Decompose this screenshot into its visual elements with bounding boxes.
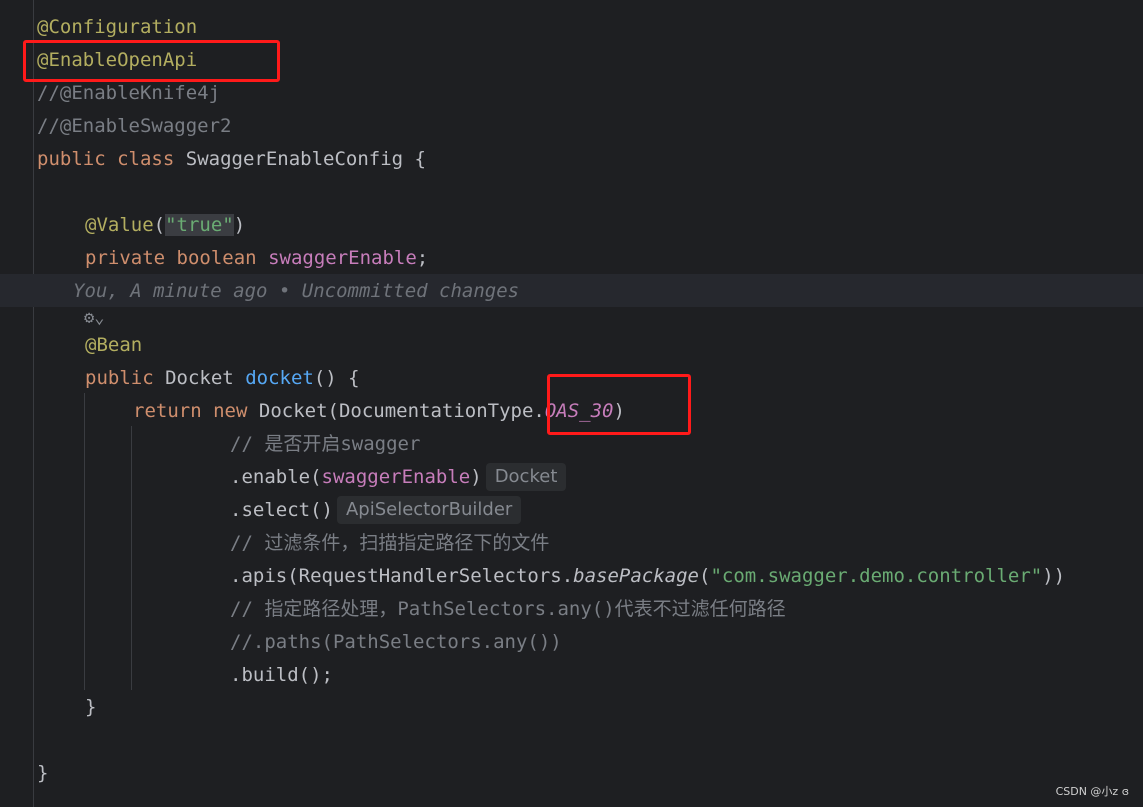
string-true: "true" — [165, 214, 234, 236]
comment-knife4j: //@EnableKnife4j — [37, 82, 221, 104]
code-line-16[interactable]: // 过滤条件，扫描指定路径下的文件 — [230, 527, 1143, 560]
paren-close: )) — [1042, 565, 1066, 587]
comment-path-handling: // 指定路径处理，PathSelectors.any()代表不过滤任何路径 — [230, 598, 786, 620]
class-name: SwaggerEnableConfig — [185, 148, 404, 170]
code-line-17[interactable]: .apis(RequestHandlerSelectors.basePackag… — [230, 560, 1143, 593]
static-base-package: basePackage — [573, 565, 700, 587]
code-line-8[interactable]: private boolean swaggerEnable; — [85, 242, 1143, 275]
call-apis: .apis(RequestHandlerSelectors. — [230, 565, 574, 587]
open-brace: { — [414, 148, 426, 170]
method-close-brace: } — [85, 696, 97, 718]
method-signature-rest: () { — [313, 367, 360, 389]
call-select: .select() — [230, 499, 333, 521]
arg-swagger-enable: swaggerEnable — [321, 466, 471, 488]
docket-constructor: Docket(DocumentationType. — [258, 400, 545, 422]
paren-close: ) — [470, 466, 482, 488]
code-line-23[interactable]: } — [37, 757, 1143, 790]
semicolon: ; — [416, 247, 429, 269]
call-build: .build(); — [230, 664, 333, 686]
paren-open: ( — [153, 214, 166, 236]
configuration-annotation: @Configuration — [37, 16, 198, 38]
git-blame-annotation[interactable]: You, A minute ago • Uncommitted changes — [73, 275, 1143, 308]
blame-text: You, A minute ago • Uncommitted changes — [73, 280, 520, 302]
comment-swagger2: //@EnableSwagger2 — [37, 115, 232, 137]
keyword-return: return — [133, 400, 202, 422]
highlight-box-enable-openapi — [23, 40, 280, 82]
string-package: "com.swagger.demo.controller" — [710, 565, 1043, 587]
code-line-18[interactable]: // 指定路径处理，PathSelectors.any()代表不过滤任何路径 — [230, 593, 1143, 626]
csdn-watermark: CSDN @小z ɞ — [1055, 785, 1129, 798]
code-line-10[interactable]: @Bean — [85, 329, 1143, 362]
code-line-14[interactable]: .enable(swaggerEnable) Docket — [230, 461, 1143, 494]
code-line-5[interactable]: public class SwaggerEnableConfig { — [37, 143, 1143, 176]
highlight-box-oas30 — [547, 374, 691, 435]
field-swagger-enable: swaggerEnable — [268, 247, 417, 269]
return-type: Docket — [165, 367, 234, 389]
keyword-private: private — [85, 247, 166, 269]
keyword-new: new — [213, 400, 248, 422]
call-enable: .enable( — [230, 466, 322, 488]
code-line-19[interactable]: //.paths(PathSelectors.any()) — [230, 626, 1143, 659]
keyword-boolean: boolean — [176, 247, 257, 269]
code-line-7[interactable]: @Value("true") — [85, 209, 1143, 242]
keyword-class: class — [117, 148, 175, 170]
code-line-4[interactable]: //@EnableSwagger2 — [37, 110, 1143, 143]
code-line-20[interactable]: .build(); — [230, 659, 1143, 692]
type-hint-api-selector-builder: ApiSelectorBuilder — [336, 496, 522, 524]
bean-annotation: @Bean — [85, 334, 143, 356]
paren-open: ( — [699, 565, 711, 587]
method-docket: docket — [245, 367, 314, 389]
paren-close: ) — [233, 214, 246, 236]
comment-filter-conditions: // 过滤条件，扫描指定路径下的文件 — [230, 532, 550, 554]
class-close-brace: } — [37, 762, 49, 784]
code-line-21[interactable]: } — [85, 691, 1143, 724]
value-annotation: @Value — [85, 214, 154, 236]
gear-icon: ⚙⌄ — [84, 308, 105, 328]
comment-paths: //.paths(PathSelectors.any()) — [230, 631, 562, 653]
keyword-public: public — [37, 148, 106, 170]
code-line-15[interactable]: .select() ApiSelectorBuilder — [230, 494, 1143, 527]
type-hint-docket: Docket — [485, 463, 567, 491]
bean-gutter-icon[interactable]: ⚙⌄ — [84, 308, 104, 328]
comment-enable-swagger: // 是否开启swagger — [230, 433, 421, 455]
keyword-public: public — [85, 367, 154, 389]
